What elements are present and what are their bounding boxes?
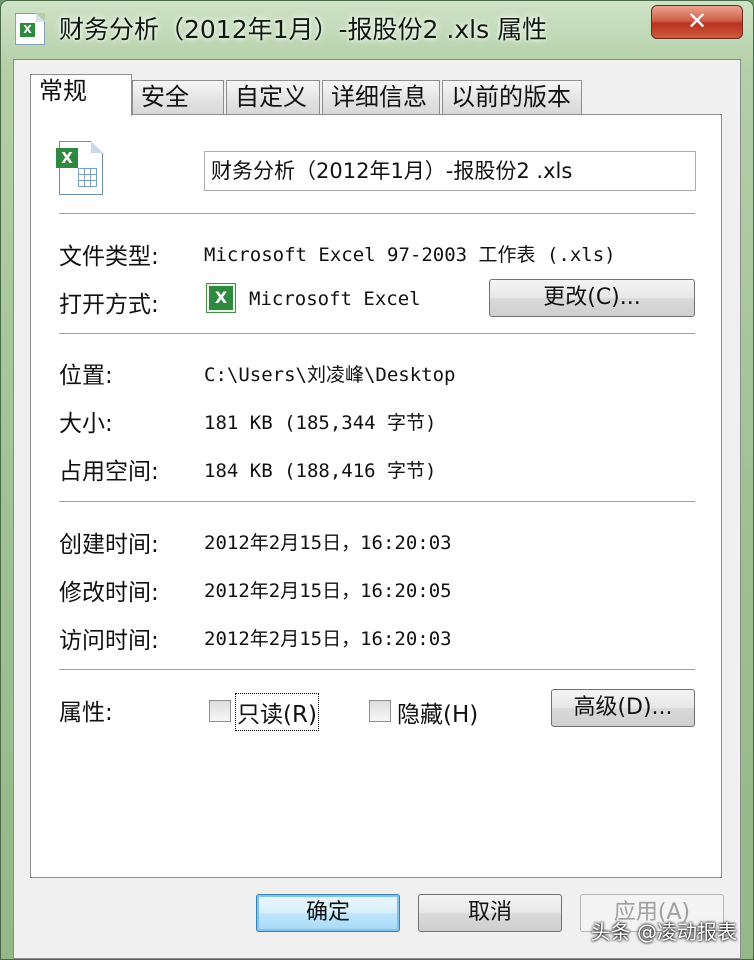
separator bbox=[59, 333, 695, 334]
size-value: 181 KB (185,344 字节) bbox=[204, 412, 437, 434]
opens-with-value: Microsoft Excel bbox=[249, 288, 421, 310]
watermark: 头条 @凌动报表 bbox=[590, 920, 737, 944]
location-label: 位置: bbox=[59, 363, 113, 389]
accessed-value: 2012年2月15日，16:20:03 bbox=[204, 628, 452, 650]
tab-details[interactable]: 详细信息 bbox=[322, 80, 440, 114]
cancel-button[interactable]: 取消 bbox=[418, 894, 562, 932]
readonly-label[interactable]: 只读(R) bbox=[235, 693, 319, 731]
separator bbox=[59, 501, 695, 502]
close-icon: ✕ bbox=[686, 7, 708, 35]
location-value: C:\Users\刘凌峰\Desktop bbox=[204, 364, 456, 386]
close-button[interactable]: ✕ bbox=[651, 5, 743, 39]
hidden-label[interactable]: 隐藏(H) bbox=[397, 695, 478, 729]
ok-button[interactable]: 确定 bbox=[256, 894, 400, 932]
excel-app-icon: X bbox=[206, 283, 236, 313]
window-title: 财务分析（2012年1月）-报股份2 .xls 属性 bbox=[59, 15, 548, 44]
modified-value: 2012年2月15日，16:20:05 bbox=[204, 580, 452, 602]
tab-previous-versions[interactable]: 以前的版本 bbox=[442, 80, 582, 114]
dialog-body: 常规 安全 自定义 详细信息 以前的版本 X 财务分析（2012年1月）-报股份… bbox=[13, 59, 741, 959]
accessed-label: 访问时间: bbox=[59, 628, 159, 654]
advanced-button[interactable]: 高级(D)... bbox=[551, 689, 695, 727]
created-label: 创建时间: bbox=[59, 532, 159, 558]
size-label: 大小: bbox=[59, 411, 113, 437]
modified-label: 修改时间: bbox=[59, 580, 159, 606]
readonly-checkbox[interactable] bbox=[209, 700, 231, 722]
tab-general[interactable]: 常规 bbox=[30, 74, 132, 116]
file-type-value: Microsoft Excel 97-2003 工作表 (.xls) bbox=[204, 244, 616, 266]
file-name-field[interactable]: 财务分析（2012年1月）-报股份2 .xls bbox=[204, 151, 696, 191]
tab-security[interactable]: 安全 bbox=[132, 80, 224, 114]
excel-file-icon: X bbox=[15, 13, 45, 45]
file-type-label: 文件类型: bbox=[59, 244, 159, 270]
created-value: 2012年2月15日，16:20:03 bbox=[204, 532, 452, 554]
size-on-disk-value: 184 KB (188,416 字节) bbox=[204, 460, 437, 482]
separator bbox=[59, 213, 695, 214]
attributes-label: 属性: bbox=[59, 700, 113, 726]
opens-with-label: 打开方式: bbox=[59, 292, 159, 318]
change-button[interactable]: 更改(C)... bbox=[489, 279, 695, 317]
hidden-checkbox[interactable] bbox=[369, 700, 391, 722]
separator bbox=[59, 669, 695, 670]
size-on-disk-label: 占用空间: bbox=[59, 459, 159, 485]
properties-window: X 财务分析（2012年1月）-报股份2 .xls 属性 ✕ 常规 安全 自定义… bbox=[0, 0, 754, 960]
general-tab-panel: X 财务分析（2012年1月）-报股份2 .xls 文件类型: Microsof… bbox=[30, 114, 722, 878]
title-bar[interactable]: X 财务分析（2012年1月）-报股份2 .xls 属性 ✕ bbox=[1, 1, 754, 53]
excel-file-icon: X bbox=[56, 141, 103, 195]
tab-custom[interactable]: 自定义 bbox=[226, 80, 320, 114]
